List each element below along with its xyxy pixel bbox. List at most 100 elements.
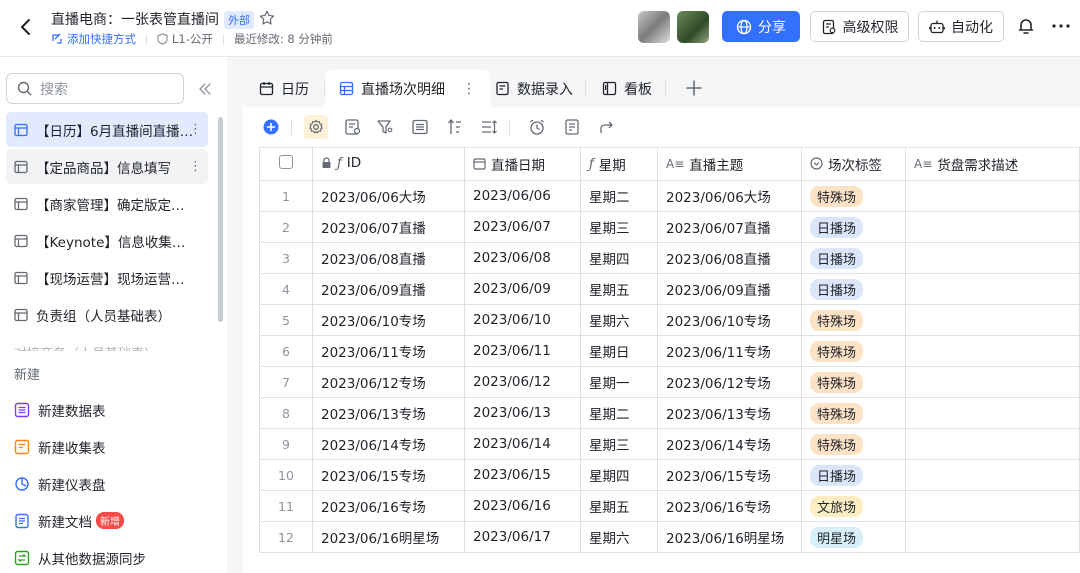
tab-calendar[interactable]: 日历	[259, 70, 309, 107]
cell-tag[interactable]: 特殊场	[801, 428, 906, 460]
settings-tool[interactable]	[304, 115, 328, 139]
row-number[interactable]: 7	[259, 366, 313, 398]
cell-id[interactable]: 2023/06/13专场	[312, 397, 465, 429]
new-doc-button[interactable]: 新建文档 新增	[6, 502, 208, 539]
collapse-sidebar-icon[interactable]	[196, 80, 214, 98]
column-header-demand[interactable]: A≡ 货盘需求描述	[905, 147, 1080, 181]
permission-level[interactable]: L1-公开	[157, 31, 213, 47]
table-row[interactable]: 10 2023/06/15专场 2023/06/15 星期四 2023/06/15专场日…	[259, 459, 1080, 491]
table-row[interactable]: 9 2023/06/14专场 2023/06/14 星期三 2023/06/14专场 特殊…	[259, 428, 1080, 460]
cell-id[interactable]: 2023/06/10专场	[312, 304, 465, 336]
sync-datasource-button[interactable]: 从其他数据源同步	[6, 539, 208, 573]
search-input[interactable]	[40, 80, 170, 97]
table-row[interactable]: 6 2023/06/11专场 2023/06/11 星期日 2023/06/11专场 特殊…	[259, 335, 1080, 367]
table-row[interactable]: 2 2023/06/07直播 2023/06/07 星期三 2023/06/07直播 日播…	[259, 211, 1080, 243]
alarm-icon[interactable]	[528, 118, 546, 136]
cell-theme[interactable]: 2023/06/10专场	[657, 304, 802, 336]
column-header-date[interactable]: 直播日期	[464, 147, 581, 181]
cell-theme[interactable]: 2023/06/08直播	[657, 242, 802, 274]
cell-tag[interactable]: 特殊场	[801, 304, 906, 336]
cell-weekday[interactable]: 星期四	[580, 459, 658, 491]
row-number[interactable]: 1	[259, 180, 313, 212]
tab-live-session-detail[interactable]: 直播场次明细 ⋮	[325, 70, 490, 107]
add-view-icon[interactable]	[685, 79, 703, 97]
history-icon[interactable]	[563, 118, 581, 136]
cell-id[interactable]: 2023/06/15专场	[312, 459, 465, 491]
cell-demand[interactable]	[905, 180, 1080, 212]
cell-id[interactable]: 2023/06/11专场	[312, 335, 465, 367]
cell-id[interactable]: 2023/06/16明星场	[312, 521, 465, 553]
sidebar-item-operation-table[interactable]: 【现场运营】现场运营产品清单	[6, 260, 208, 295]
table-row[interactable]: 3 2023/06/08直播 2023/06/08 星期四 2023/06/08直播 日播…	[259, 242, 1080, 274]
cell-tag[interactable]: 明星场	[801, 521, 906, 553]
table-row[interactable]: 5 2023/06/10专场 2023/06/10 星期六 2023/06/10专场 特殊…	[259, 304, 1080, 336]
cell-tag[interactable]: 特殊场	[801, 335, 906, 367]
document-title[interactable]: 直播电商：一张表管直播间	[51, 9, 219, 29]
sidebar-item-staff-table[interactable]: 负责组（人员基础表）	[6, 297, 208, 332]
cell-tag[interactable]: 日播场	[801, 273, 906, 305]
cell-id[interactable]: 2023/06/07直播	[312, 211, 465, 243]
sidebar-item-product-table[interactable]: 【定品商品】信息填写 ⋮	[6, 149, 208, 184]
cell-demand[interactable]	[905, 211, 1080, 243]
add-record-icon[interactable]	[262, 118, 280, 136]
cell-date[interactable]: 2023/06/08	[464, 242, 581, 274]
column-header-id[interactable]: ƒ ID	[312, 147, 465, 181]
cell-id[interactable]: 2023/06/06大场	[312, 180, 465, 212]
cell-demand[interactable]	[905, 397, 1080, 429]
row-number[interactable]: 6	[259, 335, 313, 367]
cell-date[interactable]: 2023/06/11	[464, 335, 581, 367]
cell-theme[interactable]: 2023/06/12专场	[657, 366, 802, 398]
cell-demand[interactable]	[905, 428, 1080, 460]
cell-id[interactable]: 2023/06/14专场	[312, 428, 465, 460]
cell-date[interactable]: 2023/06/09	[464, 273, 581, 305]
cell-date[interactable]: 2023/06/10	[464, 304, 581, 336]
row-number[interactable]: 9	[259, 428, 313, 460]
cell-date[interactable]: 2023/06/17	[464, 521, 581, 553]
cell-weekday[interactable]: 星期三	[580, 428, 658, 460]
sidebar-item-calendar-table[interactable]: 【日历】6月直播间直播排期 ⋮	[6, 112, 208, 147]
cell-weekday[interactable]: 星期六	[580, 304, 658, 336]
automation-button[interactable]: 自动化	[918, 11, 1004, 42]
cell-theme[interactable]: 2023/06/13专场	[657, 397, 802, 429]
table-row[interactable]: 12 2023/06/16明星场 2023/06/17 星期六 2023/06/16明星…	[259, 521, 1080, 553]
row-number[interactable]: 12	[259, 521, 313, 553]
sidebar-item-keynote-table[interactable]: 【Keynote】信息收集及筛选	[6, 223, 208, 258]
row-height-icon[interactable]	[480, 118, 498, 136]
collaborator-avatar[interactable]	[638, 11, 670, 43]
cell-demand[interactable]	[905, 242, 1080, 274]
cell-theme[interactable]: 2023/06/16明星场	[657, 521, 802, 553]
star-icon[interactable]	[258, 9, 276, 27]
row-number[interactable]: 11	[259, 490, 313, 522]
kebab-menu-icon[interactable]: ⋮	[189, 159, 202, 174]
select-all-checkbox[interactable]	[279, 155, 293, 169]
cell-tag[interactable]: 特殊场	[801, 366, 906, 398]
cell-weekday[interactable]: 星期二	[580, 180, 658, 212]
search-box[interactable]	[6, 73, 184, 104]
new-table-button[interactable]: 新建数据表	[6, 391, 208, 428]
cell-tag[interactable]: 文旅场	[801, 490, 906, 522]
cell-tag[interactable]: 日播场	[801, 211, 906, 243]
cell-demand[interactable]	[905, 273, 1080, 305]
cell-demand[interactable]	[905, 304, 1080, 336]
cell-tag[interactable]: 特殊场	[801, 180, 906, 212]
row-number[interactable]: 8	[259, 397, 313, 429]
table-row[interactable]: 7 2023/06/12专场 2023/06/12 星期一 2023/06/12专场 特殊…	[259, 366, 1080, 398]
cell-weekday[interactable]: 星期五	[580, 273, 658, 305]
cell-date[interactable]: 2023/06/12	[464, 366, 581, 398]
filter-icon[interactable]	[376, 118, 394, 136]
row-number[interactable]: 5	[259, 304, 313, 336]
select-all-header[interactable]	[259, 147, 313, 181]
row-number[interactable]: 3	[259, 242, 313, 274]
advanced-permission-button[interactable]: 高级权限	[810, 11, 909, 42]
cell-weekday[interactable]: 星期一	[580, 366, 658, 398]
cell-date[interactable]: 2023/06/14	[464, 428, 581, 460]
back-arrow-icon[interactable]	[14, 15, 38, 39]
cell-date[interactable]: 2023/06/06	[464, 180, 581, 212]
cell-theme[interactable]: 2023/06/07直播	[657, 211, 802, 243]
cell-id[interactable]: 2023/06/16专场	[312, 490, 465, 522]
cell-demand[interactable]	[905, 459, 1080, 491]
cell-tag[interactable]: 日播场	[801, 242, 906, 274]
table-row[interactable]: 1 2023/06/06大场 2023/06/06 星期二 2023/06/06大场 特殊…	[259, 180, 1080, 212]
cell-id[interactable]: 2023/06/12专场	[312, 366, 465, 398]
tab-kanban[interactable]: 看板	[602, 70, 652, 107]
